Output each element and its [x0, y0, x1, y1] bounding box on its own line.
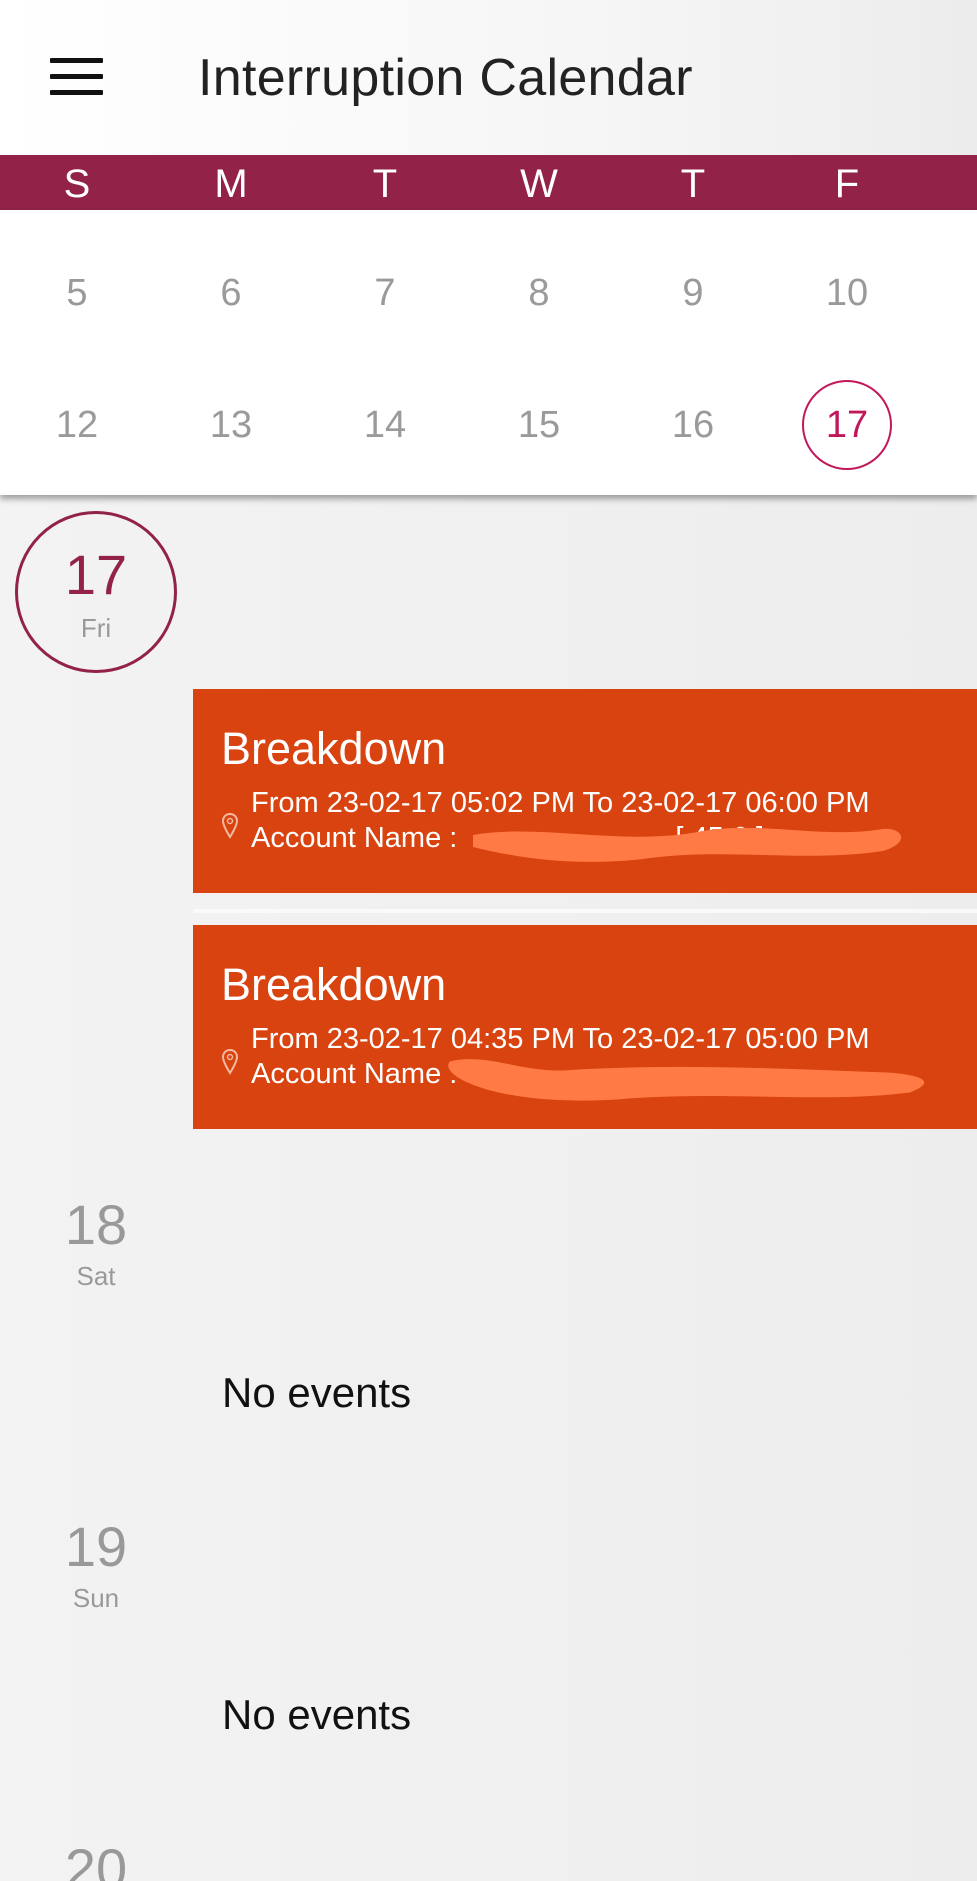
hamburger-menu-icon[interactable]	[40, 48, 112, 110]
weekday-fri: F	[834, 162, 860, 206]
event-time-range: From 23-02-17 05:02 PM To 23-02-17 06:00…	[251, 787, 870, 819]
calendar-day[interactable]: 13	[186, 380, 276, 470]
location-pin-icon	[221, 813, 239, 839]
agenda-day-number: 17	[64, 543, 128, 606]
calendar-day[interactable]: 15	[494, 380, 584, 470]
app-bar: Interruption Calendar	[0, 0, 977, 155]
calendar-day[interactable]: 16	[648, 380, 738, 470]
calendar-day[interactable]: 9	[648, 248, 738, 338]
page-title: Interruption Calendar	[198, 49, 693, 107]
menu-bar-bottom	[50, 90, 103, 95]
agenda-day[interactable]: 20	[15, 1841, 177, 1881]
event-card[interactable]: Breakdown From 23-02-17 04:35 PM To 23-0…	[193, 925, 977, 1129]
calendar-day[interactable]: 6	[186, 248, 276, 338]
location-pin-icon	[221, 1049, 239, 1075]
redaction-scribble	[473, 827, 902, 862]
calendar-day[interactable]: 7	[340, 248, 430, 338]
calendar-day[interactable]: 10	[802, 248, 892, 338]
agenda-list: 17 Fri Breakdown From 23-02-17 05:02 PM …	[0, 495, 977, 1881]
weekday-mon: M	[214, 162, 248, 206]
calendar-day[interactable]: 8	[494, 248, 584, 338]
month-grid: 5 6 7 8 9 10 12 13 14 15 16 17	[0, 210, 977, 495]
agenda-day-number: 18	[64, 1193, 128, 1256]
agenda-day[interactable]: 18 Sat	[15, 1197, 177, 1292]
agenda-day-weekday: Sun	[72, 1583, 120, 1613]
calendar-day[interactable]: 5	[32, 248, 122, 338]
menu-bar-top	[50, 58, 103, 63]
account-label: Account Name :	[251, 822, 458, 854]
weekday-sun: S	[63, 162, 91, 206]
no-events-label: No events	[222, 1369, 412, 1416]
account-label: Account Name :	[251, 1058, 458, 1090]
menu-bar-middle	[50, 74, 103, 79]
agenda-day-number: 19	[64, 1515, 128, 1578]
redaction-scribble	[448, 1059, 925, 1101]
weekday-wed: W	[520, 162, 558, 206]
calendar-day[interactable]: 14	[340, 380, 430, 470]
event-title: Breakdown	[221, 723, 447, 774]
agenda-day-current[interactable]: 17 Fri	[15, 511, 177, 673]
no-events-label: No events	[222, 1691, 412, 1738]
event-title: Breakdown	[221, 959, 447, 1010]
event-card[interactable]: Breakdown From 23-02-17 05:02 PM To 23-0…	[193, 689, 977, 893]
agenda-day[interactable]: 19 Sun	[15, 1519, 177, 1614]
event-divider	[193, 909, 977, 913]
calendar-day[interactable]: 12	[32, 380, 122, 470]
weekday-tue: T	[372, 162, 398, 206]
weekday-thu: T	[680, 162, 706, 206]
agenda-day-number: 20	[64, 1837, 128, 1881]
event-account-name: Account Name :	[251, 1058, 457, 1091]
agenda-day-weekday: Fri	[80, 613, 112, 643]
calendar-day-selected[interactable]: 17	[802, 380, 892, 470]
weekday-header: S M T W T F	[0, 155, 977, 210]
agenda-day-weekday: Sat	[76, 1261, 116, 1291]
